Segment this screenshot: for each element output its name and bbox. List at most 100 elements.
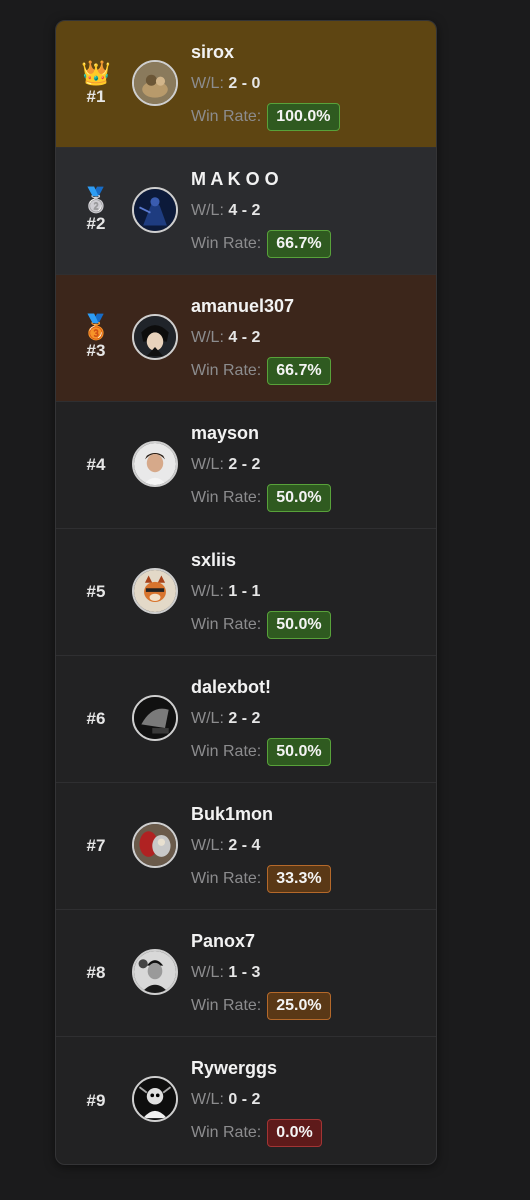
win-rate: Win Rate: 50.0% [191, 483, 331, 513]
win-rate-label: Win Rate: [191, 997, 262, 1014]
crown-icon: 👑 [81, 60, 111, 87]
win-rate-label: Win Rate: [191, 362, 262, 379]
win-rate: Win Rate: 0.0% [191, 1118, 322, 1148]
player-info: Rywerggs W/L: 0 - 2 Win Rate: 0.0% [191, 1055, 322, 1148]
win-rate-label: Win Rate: [191, 870, 262, 887]
leaderboard-row[interactable]: 👑 #1 sirox W/L: 2 - 0 Win Rate: 100.0% [56, 21, 436, 148]
player-name[interactable]: Rywerggs [191, 1055, 322, 1081]
avatar[interactable] [132, 441, 178, 487]
leaderboard-panel: 👑 #1 sirox W/L: 2 - 0 Win Rate: 100.0% 🥈 … [55, 20, 437, 1165]
rank-number: #3 [86, 341, 106, 360]
player-name[interactable]: M A K O O [191, 166, 331, 192]
avatar[interactable] [132, 568, 178, 614]
win-rate-badge: 50.0% [267, 738, 331, 766]
win-rate: Win Rate: 66.7% [191, 229, 331, 259]
player-info: Panox7 W/L: 1 - 3 Win Rate: 25.0% [191, 928, 331, 1021]
bronze-medal-icon: 🥉 [81, 314, 111, 341]
player-name[interactable]: sxliis [191, 547, 331, 573]
leaderboard-row[interactable]: 🥉 #3 amanuel307 W/L: 4 - 2 Win Rate: 66.7… [56, 275, 436, 402]
wl-record: W/L: 2 - 4 [191, 834, 331, 858]
wl-value: 0 - 2 [228, 1091, 261, 1108]
wl-record: W/L: 2 - 0 [191, 72, 340, 96]
wl-label: W/L: [191, 329, 224, 346]
player-name[interactable]: mayson [191, 420, 331, 446]
win-rate-label: Win Rate: [191, 743, 262, 760]
player-name[interactable]: amanuel307 [191, 293, 331, 319]
player-name[interactable]: dalexbot! [191, 674, 331, 700]
player-info: mayson W/L: 2 - 2 Win Rate: 50.0% [191, 420, 331, 513]
rank-cell: 🥉 #3 [56, 275, 136, 401]
wl-record: W/L: 1 - 1 [191, 580, 331, 604]
wl-label: W/L: [191, 1091, 224, 1108]
wl-record: W/L: 1 - 3 [191, 961, 331, 985]
rank-cell: #7 [56, 783, 136, 909]
player-info: dalexbot! W/L: 2 - 2 Win Rate: 50.0% [191, 674, 331, 767]
avatar[interactable] [132, 949, 178, 995]
rank-cell: #9 [56, 1037, 136, 1164]
rank-cell: #5 [56, 529, 136, 655]
win-rate-label: Win Rate: [191, 108, 262, 125]
rank-number: #5 [86, 582, 106, 601]
avatar[interactable] [132, 187, 178, 233]
wl-value: 4 - 2 [228, 329, 261, 346]
leaderboard-row[interactable]: #5 sxliis W/L: 1 - 1 Win Rate: 50.0% [56, 529, 436, 656]
wl-record: W/L: 0 - 2 [191, 1088, 322, 1112]
player-info: sxliis W/L: 1 - 1 Win Rate: 50.0% [191, 547, 331, 640]
win-rate-badge: 25.0% [267, 992, 331, 1020]
wl-record: W/L: 2 - 2 [191, 707, 331, 731]
win-rate-badge: 66.7% [267, 230, 331, 258]
rank-number: #4 [86, 455, 106, 474]
win-rate: Win Rate: 50.0% [191, 737, 331, 767]
player-name[interactable]: sirox [191, 39, 340, 65]
win-rate-label: Win Rate: [191, 489, 262, 506]
wl-value: 1 - 1 [228, 583, 261, 600]
player-info: amanuel307 W/L: 4 - 2 Win Rate: 66.7% [191, 293, 331, 386]
leaderboard-row[interactable]: #8 Panox7 W/L: 1 - 3 Win Rate: 25.0% [56, 910, 436, 1037]
avatar[interactable] [132, 60, 178, 106]
wl-label: W/L: [191, 75, 224, 92]
wl-label: W/L: [191, 710, 224, 727]
wl-record: W/L: 2 - 2 [191, 453, 331, 477]
avatar[interactable] [132, 822, 178, 868]
avatar[interactable] [132, 1076, 178, 1122]
avatar[interactable] [132, 695, 178, 741]
wl-value: 2 - 0 [228, 75, 261, 92]
leaderboard-row[interactable]: #4 mayson W/L: 2 - 2 Win Rate: 50.0% [56, 402, 436, 529]
player-name[interactable]: Panox7 [191, 928, 331, 954]
player-name[interactable]: Buk1mon [191, 801, 331, 827]
win-rate-badge: 100.0% [267, 103, 340, 131]
wl-value: 2 - 2 [228, 710, 261, 727]
leaderboard-row[interactable]: 🥈 #2 M A K O O W/L: 4 - 2 Win Rate: 66.7% [56, 148, 436, 275]
player-info: sirox W/L: 2 - 0 Win Rate: 100.0% [191, 39, 340, 132]
win-rate: Win Rate: 50.0% [191, 610, 331, 640]
wl-value: 2 - 2 [228, 456, 261, 473]
win-rate-badge: 33.3% [267, 865, 331, 893]
rank-number: #7 [86, 836, 106, 855]
wl-value: 4 - 2 [228, 202, 261, 219]
rank-cell: 👑 #1 [56, 21, 136, 147]
rank-number: #9 [86, 1090, 106, 1110]
player-info: M A K O O W/L: 4 - 2 Win Rate: 66.7% [191, 166, 331, 259]
rank-cell: 🥈 #2 [56, 148, 136, 274]
rank-number: #8 [86, 963, 106, 982]
leaderboard-row[interactable]: #7 Buk1mon W/L: 2 - 4 Win Rate: 33.3% [56, 783, 436, 910]
player-info: Buk1mon W/L: 2 - 4 Win Rate: 33.3% [191, 801, 331, 894]
rank-number: #1 [86, 87, 106, 106]
win-rate-badge: 0.0% [267, 1119, 322, 1147]
wl-label: W/L: [191, 583, 224, 600]
win-rate-badge: 66.7% [267, 357, 331, 385]
silver-medal-icon: 🥈 [81, 187, 111, 214]
wl-label: W/L: [191, 964, 224, 981]
wl-label: W/L: [191, 837, 224, 854]
wl-value: 2 - 4 [228, 837, 261, 854]
wl-label: W/L: [191, 456, 224, 473]
wl-label: W/L: [191, 202, 224, 219]
rank-cell: #8 [56, 910, 136, 1036]
leaderboard-row[interactable]: #9 Rywerggs W/L: 0 - 2 Win Rate: 0.0% [56, 1037, 436, 1164]
avatar[interactable] [132, 314, 178, 360]
win-rate-badge: 50.0% [267, 484, 331, 512]
win-rate: Win Rate: 33.3% [191, 864, 331, 894]
win-rate-badge: 50.0% [267, 611, 331, 639]
win-rate: Win Rate: 25.0% [191, 991, 331, 1021]
leaderboard-row[interactable]: #6 dalexbot! W/L: 2 - 2 Win Rate: 50.0% [56, 656, 436, 783]
